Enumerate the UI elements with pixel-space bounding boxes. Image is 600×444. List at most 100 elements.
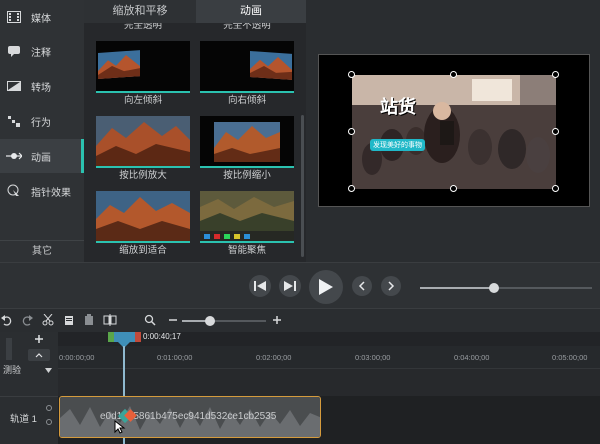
zoom-search-icon[interactable]: [143, 313, 157, 327]
undo-button[interactable]: [0, 313, 14, 327]
sidebar-item-label: 注释: [31, 47, 51, 59]
collapse-tracks-button[interactable]: [28, 349, 50, 361]
ruler-tick-label: 0:01:00;00: [157, 353, 193, 362]
play-button[interactable]: [309, 270, 343, 304]
sidebar-item-label: 转场: [31, 82, 51, 94]
scissors-icon: [42, 314, 54, 326]
zoom-out-button[interactable]: [166, 313, 180, 327]
previous-frame-button[interactable]: [249, 275, 271, 297]
redo-button[interactable]: [20, 313, 34, 327]
canvas-area: 站货 发现美好的事物: [306, 0, 600, 262]
ruler-tick-label: 0:00:00;00: [59, 353, 95, 362]
transition-icon: [6, 79, 22, 93]
tile-caption: 完全不透明: [223, 23, 271, 31]
ruler-tick-label: 0:03:00;00: [355, 353, 391, 362]
playback-controls: [0, 262, 600, 308]
add-track-button[interactable]: [34, 334, 48, 344]
track-lock-icon[interactable]: [46, 419, 52, 425]
resize-handle[interactable]: [552, 128, 559, 135]
track-collapse-handle[interactable]: [6, 338, 12, 360]
playhead-time: 0:00:40;17: [143, 332, 181, 341]
copy-icon: [65, 316, 73, 325]
resize-handle[interactable]: [348, 71, 355, 78]
sidebar-item-behaviors[interactable]: 行为: [0, 104, 84, 138]
ruler-tick-label: 0:04:00;00: [454, 353, 490, 362]
tile-thumbnail: [200, 41, 294, 93]
minus-icon: [169, 319, 177, 321]
plus-icon: [273, 316, 281, 324]
sidebar-item-cursor-effects[interactable]: 指针效果: [0, 174, 84, 208]
sidebar-item-label: 指针效果: [31, 187, 71, 199]
sidebar-item-label: 动画: [31, 152, 51, 164]
tab-animations[interactable]: 动画: [196, 0, 306, 23]
sidebar-item-animations[interactable]: 动画: [0, 139, 84, 173]
preview-canvas[interactable]: 站货 发现美好的事物: [318, 54, 590, 207]
track-headers: 测验 轨道 1: [0, 332, 58, 444]
library-tile-smart-focus[interactable]: 智能聚焦: [200, 191, 294, 258]
split-icon: [103, 314, 117, 326]
zoom-in-button[interactable]: [270, 313, 284, 327]
split-button[interactable]: [103, 313, 117, 327]
previous-marker-button[interactable]: [352, 276, 372, 296]
next-marker-button[interactable]: [381, 276, 401, 296]
scrubber-handle[interactable]: [489, 283, 499, 293]
timeline-ruler[interactable]: 0:00:00;00 0:01:00;00 0:02:00;00 0:03:00…: [58, 346, 600, 368]
resize-handle[interactable]: [348, 128, 355, 135]
track-visibility-icon[interactable]: [46, 405, 52, 411]
tile-thumbnail: [200, 116, 294, 168]
tile-caption: 缩放到适合: [119, 245, 167, 256]
next-frame-button[interactable]: [279, 275, 301, 297]
library-tile-tilt-left[interactable]: 向左倾斜: [96, 41, 190, 108]
tile-thumbnail: [96, 191, 190, 243]
sidebar-other-button[interactable]: 其它: [0, 240, 84, 262]
library-tile-scale-down[interactable]: 按比例缩小: [200, 116, 294, 183]
library-tile-tilt-right[interactable]: 向右倾斜: [200, 41, 294, 108]
track-1-header[interactable]: 轨道 1: [0, 396, 58, 444]
paste-button[interactable]: [82, 313, 96, 327]
playback-scrubber[interactable]: [420, 283, 592, 293]
tile-caption: 向右倾斜: [227, 95, 266, 106]
step-back-icon: [254, 281, 266, 291]
ruler-tick-label: 0:02:00;00: [256, 353, 292, 362]
audio-clip[interactable]: e0d1615861b475ec941d532ce1cb2535: [59, 396, 321, 438]
tile-caption: 按比例放大: [119, 170, 167, 181]
library-tile-scale-up[interactable]: 按比例放大: [96, 116, 190, 183]
library-tile-zoom-to-fit[interactable]: 缩放到适合: [96, 191, 190, 258]
tile-caption: 智能聚焦: [227, 245, 266, 256]
ruler-tick-label: 0:05:00;00: [552, 353, 588, 362]
copy-button[interactable]: [62, 313, 76, 327]
cut-button[interactable]: [41, 313, 55, 327]
resize-handle[interactable]: [450, 185, 457, 192]
tab-zoom-pan[interactable]: 缩放和平移: [84, 0, 196, 23]
video-overlay-subtitle: 发现美好的事物: [370, 139, 425, 151]
track-group-lane: [58, 368, 600, 396]
chevron-right-icon: [388, 281, 395, 291]
library-scrollbar[interactable]: [301, 115, 304, 257]
tile-caption: 按比例缩小: [223, 170, 271, 181]
tile-thumbnail: [96, 116, 190, 168]
sidebar-item-transitions[interactable]: 转场: [0, 69, 84, 103]
sidebar: 媒体 注释 转场 行为 动画 指针效果 其它: [0, 0, 84, 262]
cursor-effect-icon: [6, 184, 22, 198]
chevron-up-icon: [35, 352, 43, 357]
library-tabs: 缩放和平移 动画: [84, 0, 306, 23]
sidebar-item-media[interactable]: 媒体: [0, 0, 84, 34]
resize-handle[interactable]: [552, 71, 559, 78]
paste-icon: [85, 314, 93, 325]
timeline-zoom-slider[interactable]: [182, 316, 266, 326]
sidebar-item-annotations[interactable]: 注释: [0, 34, 84, 68]
track-group-label[interactable]: 测验: [0, 362, 58, 378]
zoom-slider-handle[interactable]: [205, 316, 215, 326]
library-tile-partial[interactable]: 完全透明: [96, 23, 190, 35]
tile-caption: 向左倾斜: [123, 95, 162, 106]
resize-handle[interactable]: [552, 185, 559, 192]
library-tile-partial[interactable]: 完全不透明: [200, 23, 294, 35]
video-overlay-title: 站货: [380, 97, 416, 118]
animation-icon: [6, 149, 22, 163]
resize-handle[interactable]: [450, 71, 457, 78]
film-icon: [6, 10, 22, 24]
tile-thumbnail: [96, 41, 190, 93]
resize-handle[interactable]: [348, 185, 355, 192]
tile-caption: 完全透明: [123, 23, 162, 31]
video-media[interactable]: 站货 发现美好的事物: [352, 75, 556, 189]
